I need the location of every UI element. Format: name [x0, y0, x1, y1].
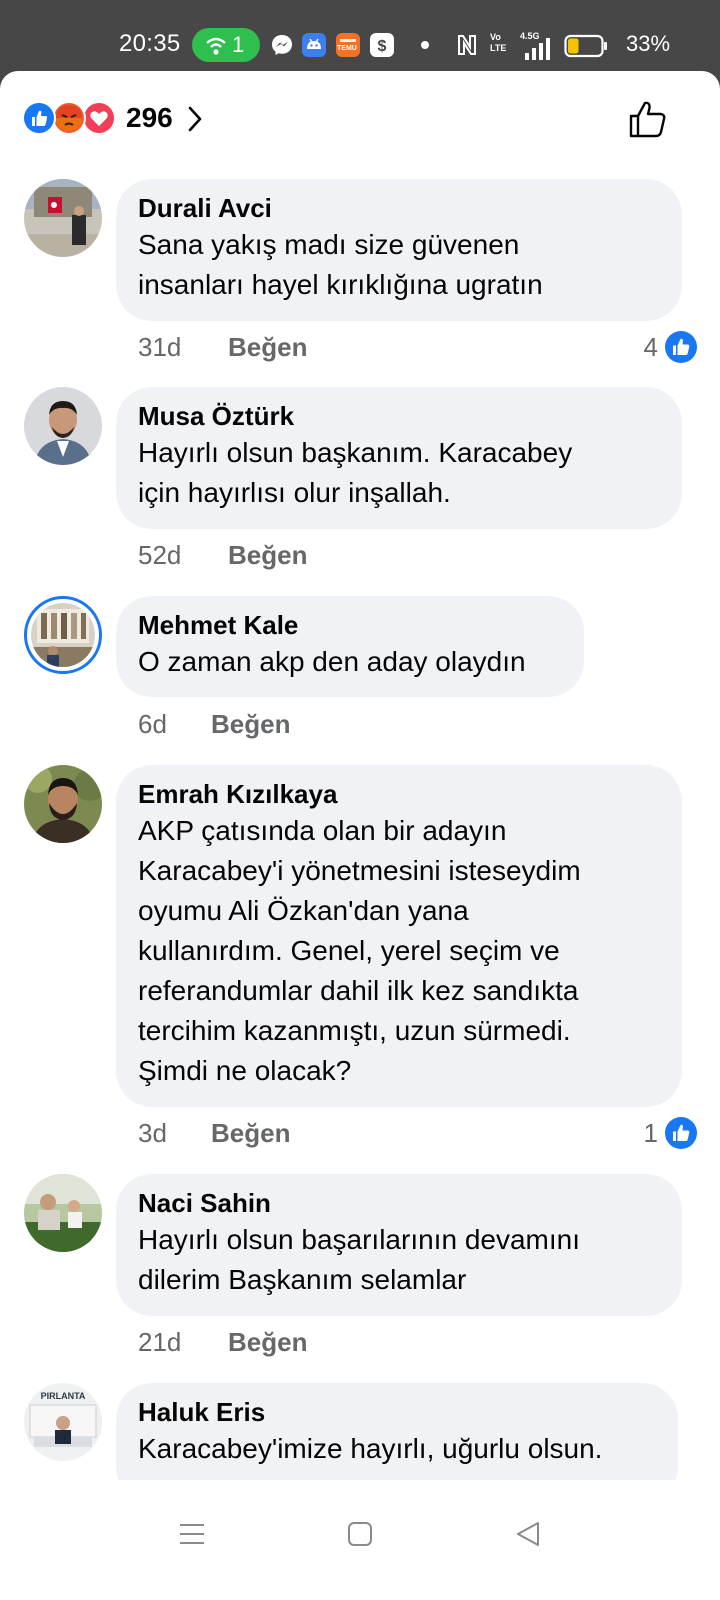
- comment-author[interactable]: Naci Sahin: [138, 1186, 658, 1220]
- reactions-summary[interactable]: 296: [0, 71, 720, 171]
- comment-meta: 3d Beğen 1: [138, 1116, 698, 1154]
- comment-age[interactable]: 6d: [138, 709, 167, 740]
- comment-like-count[interactable]: 4: [608, 330, 698, 364]
- like-count-number: 4: [643, 332, 658, 362]
- comment-bubble[interactable]: Musa Öztürk Hayırlı olsun başkanım. Kara…: [116, 387, 682, 529]
- comment-like-button[interactable]: Beğen: [211, 1118, 290, 1149]
- comment-text-line: Karacabey'imize hayırlı, uğurlu olsun.: [138, 1433, 603, 1464]
- comment-text-line: O zaman akp den aday olaydın: [138, 646, 526, 677]
- comment-text-line: Karacabey'i yönetmesini isteseydim: [138, 855, 581, 886]
- like-badge-icon: [665, 1117, 697, 1149]
- avatar[interactable]: [24, 1174, 102, 1252]
- comment-text-line: oyumu Ali Özkan'dan yana: [138, 895, 469, 926]
- comment-text-line: için hayırlısı olur inşallah.: [138, 477, 451, 508]
- like-post-icon[interactable]: [628, 99, 668, 139]
- hotspot-count: 1: [232, 32, 245, 57]
- comment-like-button[interactable]: Beğen: [211, 709, 290, 740]
- angry-reaction-icon: [52, 101, 86, 135]
- avatar[interactable]: [24, 387, 102, 465]
- avatar[interactable]: [24, 179, 102, 257]
- like-badge-icon: [665, 331, 697, 363]
- comment-meta: 31d Beğen 4: [138, 330, 698, 368]
- comments-sheet: 296 Durali Avci Sana yakış madı size güv…: [0, 71, 720, 1509]
- hotspot-indicator: 1: [192, 28, 260, 62]
- menu-icon[interactable]: [178, 1520, 206, 1548]
- signal-bars-icon: [525, 38, 550, 60]
- comment-text-line: tercihim kazanmıştı, uzun sürmedi.: [138, 1015, 571, 1046]
- comment-age[interactable]: 21d: [138, 1327, 181, 1358]
- love-reaction-icon: [82, 101, 116, 135]
- comment-author[interactable]: Musa Öztürk: [138, 399, 658, 433]
- volte-icon: Vo LTE: [490, 32, 507, 53]
- home-square-icon[interactable]: [346, 1520, 374, 1548]
- comment-like-button[interactable]: Beğen: [228, 540, 307, 571]
- comment-author[interactable]: Durali Avci: [138, 191, 658, 225]
- comment-author[interactable]: Haluk Eris: [138, 1395, 654, 1429]
- avatar[interactable]: [24, 765, 102, 843]
- like-count-number: 1: [643, 1118, 658, 1148]
- comment-like-button[interactable]: Beğen: [228, 1327, 307, 1358]
- comment-bubble[interactable]: Naci Sahin Hayırlı olsun başarılarının d…: [116, 1174, 682, 1316]
- android-icon: [302, 33, 326, 57]
- signal-indicator: 4.5G: [520, 31, 568, 61]
- nfc-icon: [458, 35, 476, 55]
- comment-author[interactable]: Emrah Kızılkaya: [138, 777, 658, 811]
- pay-app-icon: $: [370, 33, 394, 57]
- comment-text-line: Hayırlı olsun başkanım. Karacabey: [138, 437, 573, 468]
- system-nav-bar: [0, 1480, 720, 1600]
- comment-age[interactable]: 31d: [138, 332, 181, 363]
- avatar: [31, 603, 95, 667]
- comment-text-line: Hayırlı olsun başarılarının devamını: [138, 1224, 580, 1255]
- comment-meta: 52d Beğen: [138, 540, 698, 576]
- comment-text-line: kullanırdım. Genel, yerel seçim ve: [138, 935, 560, 966]
- back-triangle-icon[interactable]: [514, 1520, 542, 1548]
- comment-author[interactable]: Mehmet Kale: [138, 608, 560, 642]
- reaction-icons: [22, 101, 122, 135]
- avatar-story-ring[interactable]: [24, 596, 102, 674]
- temu-label: TEMU: [337, 45, 357, 52]
- svg-text:$: $: [378, 38, 387, 55]
- hotspot-icon: [206, 37, 226, 55]
- avatar[interactable]: PIRLANTA: [24, 1383, 102, 1461]
- like-reaction-icon: [22, 101, 56, 135]
- comment-like-button[interactable]: Beğen: [228, 332, 307, 363]
- comment-bubble[interactable]: Emrah Kızılkaya AKP çatısında olan bir a…: [116, 765, 682, 1107]
- comment-meta: 21d Beğen: [138, 1327, 698, 1363]
- comment-bubble[interactable]: Mehmet Kale O zaman akp den aday olaydın: [116, 596, 584, 697]
- status-time: 20:35: [119, 30, 181, 57]
- comment-meta: 6d Beğen: [138, 709, 698, 745]
- comment-age[interactable]: 52d: [138, 540, 181, 571]
- comment-like-count[interactable]: 1: [608, 1116, 698, 1150]
- comment-text-line: AKP çatısında olan bir adayın: [138, 815, 507, 846]
- battery-icon: [564, 34, 607, 58]
- comment-bubble[interactable]: Durali Avci Sana yakış madı size güvenen…: [116, 179, 682, 321]
- avatar-sign-text: PIRLANTA: [40, 1391, 86, 1401]
- comment-text-line: insanları hayel kırıklığına ugratın: [138, 269, 543, 300]
- notification-dot: [421, 41, 429, 49]
- battery-percent: 33%: [626, 31, 671, 56]
- comment-text-line: Sana yakış madı size güvenen: [138, 229, 520, 260]
- comment-text-line: dilerim Başkanım selamlar: [138, 1264, 467, 1295]
- chevron-right-icon[interactable]: [186, 105, 204, 133]
- comment-age[interactable]: 3d: [138, 1118, 167, 1149]
- messenger-icon: [270, 33, 294, 57]
- comment-text-line: Şimdi ne olacak?: [138, 1055, 352, 1086]
- temu-icon: TEMU: [336, 33, 360, 57]
- comment-text-line: referandumlar dahil ilk kez sandıkta: [138, 975, 579, 1006]
- reaction-count: 296: [126, 102, 173, 133]
